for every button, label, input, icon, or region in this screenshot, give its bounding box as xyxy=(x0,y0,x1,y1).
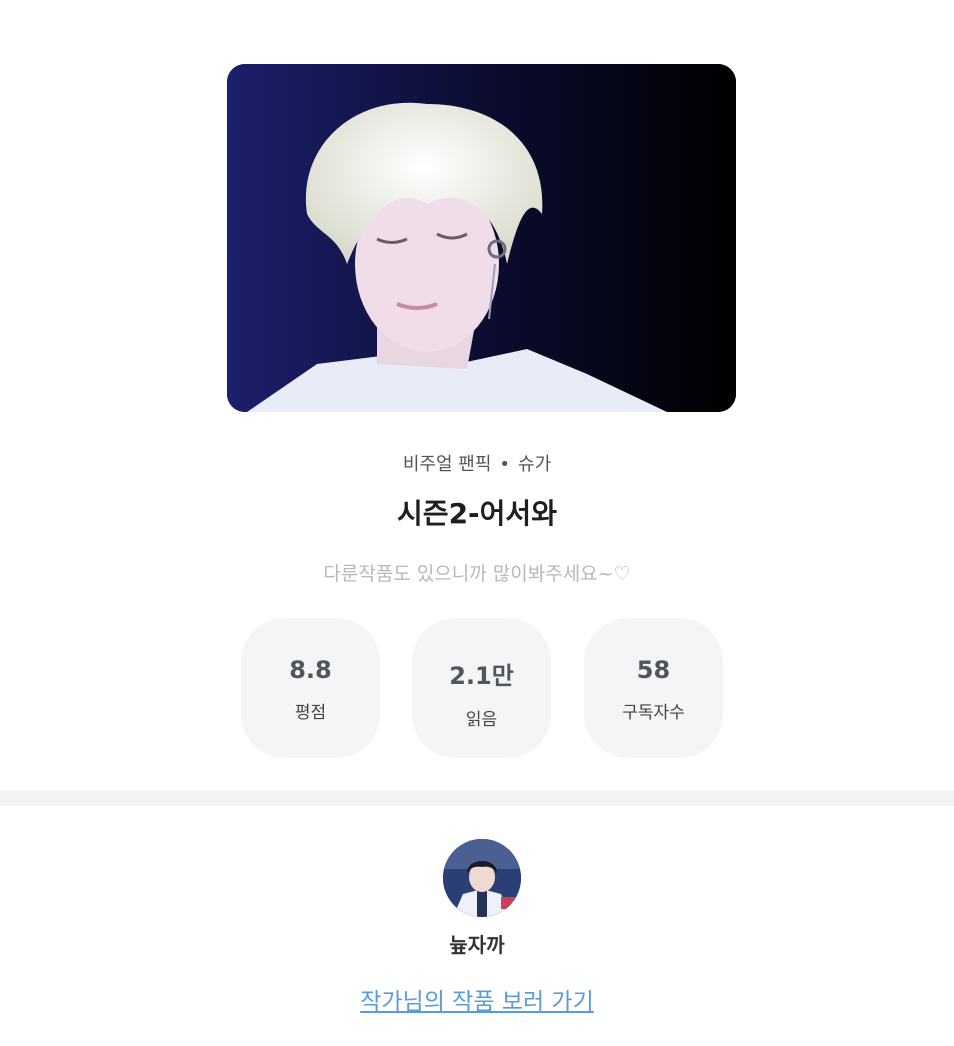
stat-rating-label: 평점 xyxy=(294,703,327,723)
stat-reads-label: 읽음 xyxy=(465,710,498,730)
section-divider xyxy=(0,790,954,806)
stat-subscribers: 58 구독자수 xyxy=(584,618,723,758)
author-name[interactable]: 늎자까 xyxy=(0,929,954,958)
character-label: 슈가 xyxy=(518,454,552,475)
author-works-link-wrap: 작가님의 작품 보러 가기 xyxy=(0,982,954,1016)
stat-reads: 2.1만 읽음 xyxy=(412,618,551,758)
stat-reads-value: 2.1만 xyxy=(449,662,514,690)
author-avatar[interactable] xyxy=(443,839,521,917)
work-description: 다룬작품도 있으니까 많이봐주세요~♡ xyxy=(323,563,631,585)
stat-rating-value: 8.8 xyxy=(289,656,332,684)
category-label: 비주얼 팬픽 xyxy=(402,454,492,475)
category-separator: • xyxy=(499,454,511,475)
stat-subscribers-value: 58 xyxy=(636,656,671,684)
stats-row: 8.8 평점 2.1만 읽음 58 구독자수 xyxy=(241,618,724,758)
stat-subscribers-label: 구독자수 xyxy=(622,703,685,723)
stat-rating: 8.8 평점 xyxy=(241,618,380,758)
work-title: 시즌2-어서와 xyxy=(397,497,557,530)
cover-image xyxy=(227,64,736,412)
work-category: 비주얼 팬픽 • 슈가 xyxy=(0,450,954,476)
author-works-link[interactable]: 작가님의 작품 보러 가기 xyxy=(360,989,594,1015)
